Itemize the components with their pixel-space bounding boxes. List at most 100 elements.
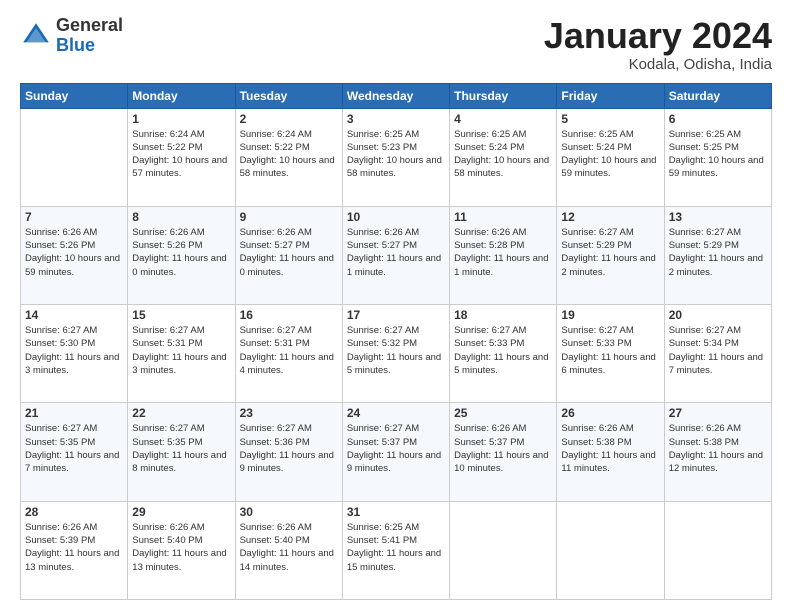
calendar-cell: 11 Sunrise: 6:26 AMSunset: 5:28 PMDayligh… (450, 206, 557, 304)
calendar-cell: 1Sunrise: 6:24 AMSunset: 5:22 PMDaylight… (128, 108, 235, 206)
calendar-cell: 31 Sunrise: 6:25 AMSunset: 5:41 PMDayligh… (342, 501, 449, 599)
calendar-cell: 30 Sunrise: 6:26 AMSunset: 5:40 PMDayligh… (235, 501, 342, 599)
calendar-cell: 18 Sunrise: 6:27 AMSunset: 5:33 PMDayligh… (450, 305, 557, 403)
day-number: 23 (240, 406, 338, 420)
calendar-cell: 3 Sunrise: 6:25 AMSunset: 5:23 PMDaylight… (342, 108, 449, 206)
calendar-week-5: 28 Sunrise: 6:26 AMSunset: 5:39 PMDayligh… (21, 501, 772, 599)
calendar-body: 1 Sunrise: 6:24 AMSunset: 5:22 PMDaylight… (21, 108, 772, 599)
day-number: 22 (132, 406, 230, 420)
day-number: 8 (132, 210, 230, 224)
cell-info: Sunrise: 6:25 AMSunset: 5:25 PMDaylight:… (669, 128, 767, 181)
calendar-cell: 24 Sunrise: 6:27 AMSunset: 5:37 PMDayligh… (342, 403, 449, 501)
cell-info: Sunrise: 6:27 AMSunset: 5:34 PMDaylight:… (669, 324, 767, 377)
cell-info: Sunrise: 6:24 AMSunset: 5:22 PMDaylight:… (240, 128, 338, 181)
weekday-header-monday: Monday (128, 83, 235, 108)
day-number: 9 (240, 210, 338, 224)
cell-info: Sunrise: 6:27 AMSunset: 5:31 PMDaylight:… (240, 324, 338, 377)
day-number: 5 (561, 112, 659, 126)
calendar-cell: 6 Sunrise: 6:25 AMSunset: 5:25 PMDaylight… (664, 108, 771, 206)
calendar-cell: 19 Sunrise: 6:27 AMSunset: 5:33 PMDayligh… (557, 305, 664, 403)
day-number: 12 (561, 210, 659, 224)
cell-info: Sunrise: 6:26 AMSunset: 5:40 PMDaylight:… (240, 521, 338, 574)
cell-info: Sunrise: 6:25 AMSunset: 5:41 PMDaylight:… (347, 521, 445, 574)
day-number: 16 (240, 308, 338, 322)
cell-info: Sunrise: 6:26 AMSunset: 5:28 PMDaylight:… (454, 226, 552, 279)
day-number: 28 (25, 505, 123, 519)
calendar-cell: 5 Sunrise: 6:25 AMSunset: 5:24 PMDaylight… (557, 108, 664, 206)
day-number: 2 (240, 112, 338, 126)
day-number: 18 (454, 308, 552, 322)
day-number: 24 (347, 406, 445, 420)
cell-info: Sunrise: 6:27 AMSunset: 5:29 PMDaylight:… (669, 226, 767, 279)
day-number: 10 (347, 210, 445, 224)
calendar-cell: 16 Sunrise: 6:27 AMSunset: 5:31 PMDayligh… (235, 305, 342, 403)
calendar-cell: 29 Sunrise: 6:26 AMSunset: 5:40 PMDayligh… (128, 501, 235, 599)
calendar-cell (664, 501, 771, 599)
calendar-cell: 14 Sunrise: 6:27 AMSunset: 5:30 PMDayligh… (21, 305, 128, 403)
calendar-cell: 28 Sunrise: 6:26 AMSunset: 5:39 PMDayligh… (21, 501, 128, 599)
month-title: January 2024 (544, 16, 772, 56)
day-number: 26 (561, 406, 659, 420)
cell-info: Sunrise: 6:26 AMSunset: 5:37 PMDaylight:… (454, 422, 552, 475)
logo-blue: Blue (56, 36, 123, 56)
day-number: 20 (669, 308, 767, 322)
calendar-cell: 12Sunrise: 6:27 AMSunset: 5:29 PMDayligh… (557, 206, 664, 304)
calendar-cell: 13Sunrise: 6:27 AMSunset: 5:29 PMDayligh… (664, 206, 771, 304)
day-number: 31 (347, 505, 445, 519)
calendar-cell (21, 108, 128, 206)
logo-icon (20, 20, 52, 52)
cell-info: Sunrise: 6:26 AMSunset: 5:27 PMDaylight:… (240, 226, 338, 279)
logo-text: General Blue (56, 16, 123, 56)
calendar-cell: 20 Sunrise: 6:27 AMSunset: 5:34 PMDayligh… (664, 305, 771, 403)
day-number: 25 (454, 406, 552, 420)
cell-info: Sunrise: 6:26 AMSunset: 5:39 PMDaylight:… (25, 521, 123, 574)
day-number: 19 (561, 308, 659, 322)
cell-info: Sunrise: 6:27 AMSunset: 5:33 PMDaylight:… (454, 324, 552, 377)
cell-info: Sunrise: 6:26 AMSunset: 5:26 PMDaylight:… (25, 226, 123, 279)
cell-info: Sunrise: 6:26 AMSunset: 5:26 PMDaylight:… (132, 226, 230, 279)
day-number: 7 (25, 210, 123, 224)
cell-info: Sunrise: 6:26 AMSunset: 5:40 PMDaylight:… (132, 521, 230, 574)
day-number: 6 (669, 112, 767, 126)
cell-info: Sunrise: 6:25 AMSunset: 5:24 PMDaylight:… (454, 128, 552, 181)
calendar-cell: 4 Sunrise: 6:25 AMSunset: 5:24 PMDaylight… (450, 108, 557, 206)
weekday-header-saturday: Saturday (664, 83, 771, 108)
cell-info: Sunrise: 6:27 AMSunset: 5:30 PMDaylight:… (25, 324, 123, 377)
title-block: January 2024 Kodala, Odisha, India (544, 16, 772, 73)
day-number: 4 (454, 112, 552, 126)
weekday-row: SundayMondayTuesdayWednesdayThursdayFrid… (21, 83, 772, 108)
day-number: 14 (25, 308, 123, 322)
calendar-cell: 9 Sunrise: 6:26 AMSunset: 5:27 PMDaylight… (235, 206, 342, 304)
logo: General Blue (20, 16, 123, 56)
day-number: 30 (240, 505, 338, 519)
calendar-cell: 27Sunrise: 6:26 AMSunset: 5:38 PMDayligh… (664, 403, 771, 501)
weekday-header-friday: Friday (557, 83, 664, 108)
day-number: 1 (132, 112, 230, 126)
calendar-cell: 15Sunrise: 6:27 AMSunset: 5:31 PMDayligh… (128, 305, 235, 403)
weekday-header-wednesday: Wednesday (342, 83, 449, 108)
cell-info: Sunrise: 6:27 AMSunset: 5:35 PMDaylight:… (132, 422, 230, 475)
cell-info: Sunrise: 6:25 AMSunset: 5:24 PMDaylight:… (561, 128, 659, 181)
logo-general: General (56, 16, 123, 36)
cell-info: Sunrise: 6:27 AMSunset: 5:37 PMDaylight:… (347, 422, 445, 475)
day-number: 11 (454, 210, 552, 224)
cell-info: Sunrise: 6:27 AMSunset: 5:35 PMDaylight:… (25, 422, 123, 475)
day-number: 27 (669, 406, 767, 420)
day-number: 3 (347, 112, 445, 126)
calendar-table: SundayMondayTuesdayWednesdayThursdayFrid… (20, 83, 772, 600)
calendar-week-2: 7 Sunrise: 6:26 AMSunset: 5:26 PMDaylight… (21, 206, 772, 304)
weekday-header-tuesday: Tuesday (235, 83, 342, 108)
cell-info: Sunrise: 6:27 AMSunset: 5:31 PMDaylight:… (132, 324, 230, 377)
calendar-cell: 8 Sunrise: 6:26 AMSunset: 5:26 PMDaylight… (128, 206, 235, 304)
cell-info: Sunrise: 6:26 AMSunset: 5:27 PMDaylight:… (347, 226, 445, 279)
calendar-cell: 2 Sunrise: 6:24 AMSunset: 5:22 PMDaylight… (235, 108, 342, 206)
cell-info: Sunrise: 6:27 AMSunset: 5:32 PMDaylight:… (347, 324, 445, 377)
header: General Blue January 2024 Kodala, Odisha… (20, 16, 772, 73)
calendar-week-4: 21Sunrise: 6:27 AMSunset: 5:35 PMDayligh… (21, 403, 772, 501)
calendar-cell (557, 501, 664, 599)
cell-info: Sunrise: 6:27 AMSunset: 5:33 PMDaylight:… (561, 324, 659, 377)
cell-info: Sunrise: 6:25 AMSunset: 5:23 PMDaylight:… (347, 128, 445, 181)
calendar-cell: 21Sunrise: 6:27 AMSunset: 5:35 PMDayligh… (21, 403, 128, 501)
day-number: 29 (132, 505, 230, 519)
calendar-cell: 22 Sunrise: 6:27 AMSunset: 5:35 PMDayligh… (128, 403, 235, 501)
